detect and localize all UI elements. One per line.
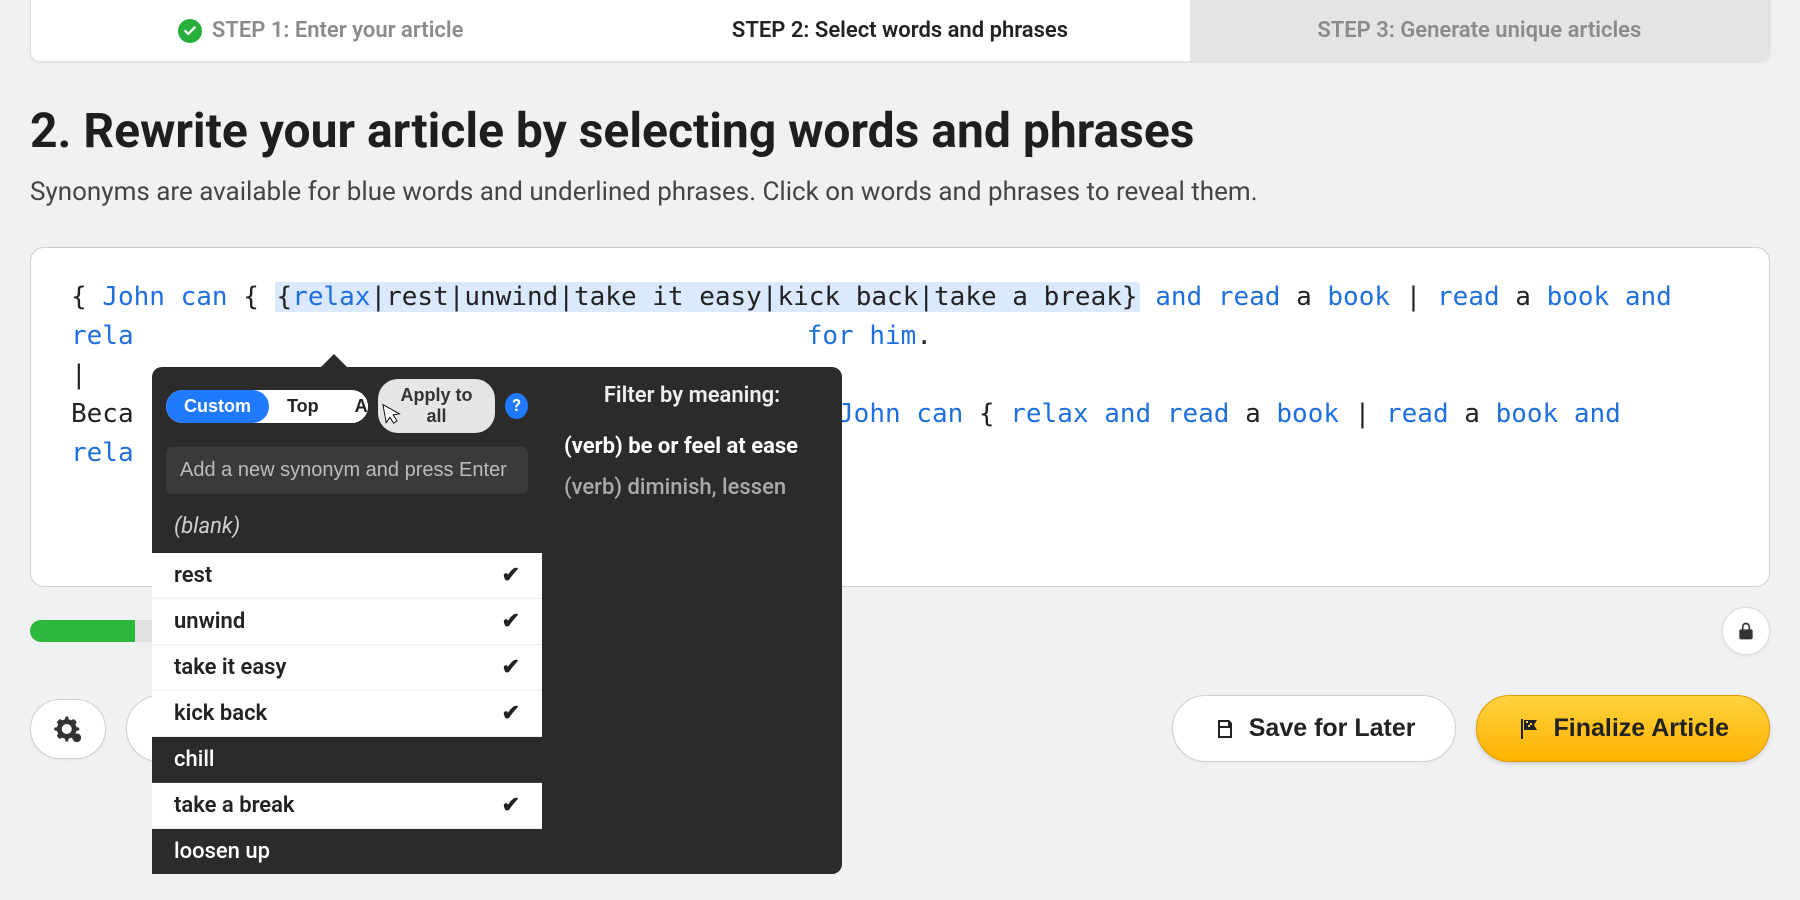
word-read[interactable]: read — [1218, 282, 1281, 312]
check-icon — [178, 19, 202, 43]
word-rela[interactable]: rela — [71, 321, 134, 351]
word-book[interactable]: book — [1327, 282, 1390, 312]
popover-tab-group: Custom Top All — [166, 390, 368, 423]
word-john-2[interactable]: John — [838, 399, 901, 429]
step-3-label: STEP 3: Generate unique articles — [1317, 18, 1641, 43]
word-book-3[interactable]: book — [1276, 399, 1339, 429]
finalize-label: Finalize Article — [1553, 714, 1729, 743]
word-and-2[interactable]: and — [1625, 282, 1672, 312]
tab-custom[interactable]: Custom — [166, 390, 269, 423]
synonym-item[interactable]: rest✔ — [152, 553, 542, 599]
word-and-3[interactable]: and — [1104, 399, 1151, 429]
word-book-2[interactable]: book — [1547, 282, 1610, 312]
word-john[interactable]: John — [102, 282, 165, 312]
synonym-list: rest✔ unwind✔ take it easy✔ kick back✔ c… — [152, 553, 542, 874]
word-him[interactable]: him — [869, 321, 916, 351]
synonym-item[interactable]: take it easy✔ — [152, 645, 542, 691]
meaning-option[interactable]: (verb) be or feel at ease — [564, 426, 820, 467]
popover-left-panel: Custom Top All Apply to all ? (blank) re… — [152, 367, 542, 874]
popover-right-panel: Filter by meaning: (verb) be or feel at … — [542, 367, 842, 874]
word-for[interactable]: for — [807, 321, 854, 351]
check-icon: ✔ — [502, 655, 520, 680]
spin-group[interactable]: {relax|rest|unwind|take it easy|kick bac… — [275, 282, 1140, 312]
synonym-item[interactable]: unwind✔ — [152, 599, 542, 645]
word-and-4[interactable]: and — [1574, 399, 1621, 429]
word-and[interactable]: and — [1155, 282, 1202, 312]
word-relax-2[interactable]: relax — [1010, 399, 1088, 429]
word-relax[interactable]: relax — [292, 282, 370, 312]
word-book-4[interactable]: book — [1496, 399, 1559, 429]
help-icon[interactable]: ? — [505, 393, 528, 419]
word-can[interactable]: can — [181, 282, 228, 312]
check-icon: ✔ — [502, 563, 520, 588]
synonym-popover: Custom Top All Apply to all ? (blank) re… — [152, 367, 842, 874]
gear-icon — [53, 714, 83, 744]
word-rela-2[interactable]: rela — [71, 438, 134, 468]
page-heading: 2. Rewrite your article by selecting wor… — [30, 102, 1770, 159]
finalize-article-button[interactable]: Finalize Article — [1476, 695, 1770, 762]
step-2[interactable]: STEP 2: Select words and phrases — [610, 0, 1189, 61]
step-2-label: STEP 2: Select words and phrases — [732, 18, 1068, 43]
check-icon: ✔ — [502, 701, 520, 726]
page-subheading: Synonyms are available for blue words an… — [30, 177, 1770, 207]
progress-fill — [30, 620, 135, 642]
flag-icon — [1517, 717, 1541, 741]
popover-tab-row: Custom Top All Apply to all ? — [152, 367, 542, 445]
meaning-option[interactable]: (verb) diminish, lessen — [564, 467, 820, 508]
word-beca: Beca — [71, 399, 134, 429]
word-read-2[interactable]: read — [1437, 282, 1500, 312]
word-read-4[interactable]: read — [1386, 399, 1449, 429]
synonym-item[interactable]: chill — [152, 737, 542, 783]
lock-icon[interactable] — [1722, 607, 1770, 655]
stepper: STEP 1: Enter your article STEP 2: Selec… — [30, 0, 1770, 62]
save-icon — [1213, 717, 1237, 741]
synonym-item[interactable]: take a break✔ — [152, 783, 542, 829]
filter-title: Filter by meaning: — [564, 383, 820, 408]
tab-all[interactable]: All — [337, 390, 368, 423]
synonym-item[interactable]: kick back✔ — [152, 691, 542, 737]
check-icon: ✔ — [502, 609, 520, 634]
synonym-input[interactable] — [166, 447, 528, 494]
step-3[interactable]: STEP 3: Generate unique articles — [1190, 0, 1769, 61]
apply-to-all-button[interactable]: Apply to all — [378, 379, 495, 433]
check-icon: ✔ — [502, 793, 520, 818]
editor-line-2: relaXXXXXXXXXXXXXXXXXXXXXXXXXXXXXXXXXXXX… — [71, 317, 1729, 356]
step-1-label: STEP 1: Enter your article — [212, 18, 464, 43]
editor-line-1: { John can { {relax|rest|unwind|take it … — [71, 278, 1729, 317]
step-1[interactable]: STEP 1: Enter your article — [31, 0, 610, 61]
synonym-item[interactable]: loosen up — [152, 829, 542, 874]
save-label: Save for Later — [1249, 714, 1416, 743]
word-read-3[interactable]: read — [1167, 399, 1230, 429]
tab-top[interactable]: Top — [269, 390, 337, 423]
word-can-2[interactable]: can — [916, 399, 963, 429]
caret: | — [71, 360, 87, 390]
save-for-later-button[interactable]: Save for Later — [1172, 695, 1457, 762]
blank-option[interactable]: (blank) — [152, 504, 542, 553]
settings-button[interactable] — [30, 699, 106, 759]
